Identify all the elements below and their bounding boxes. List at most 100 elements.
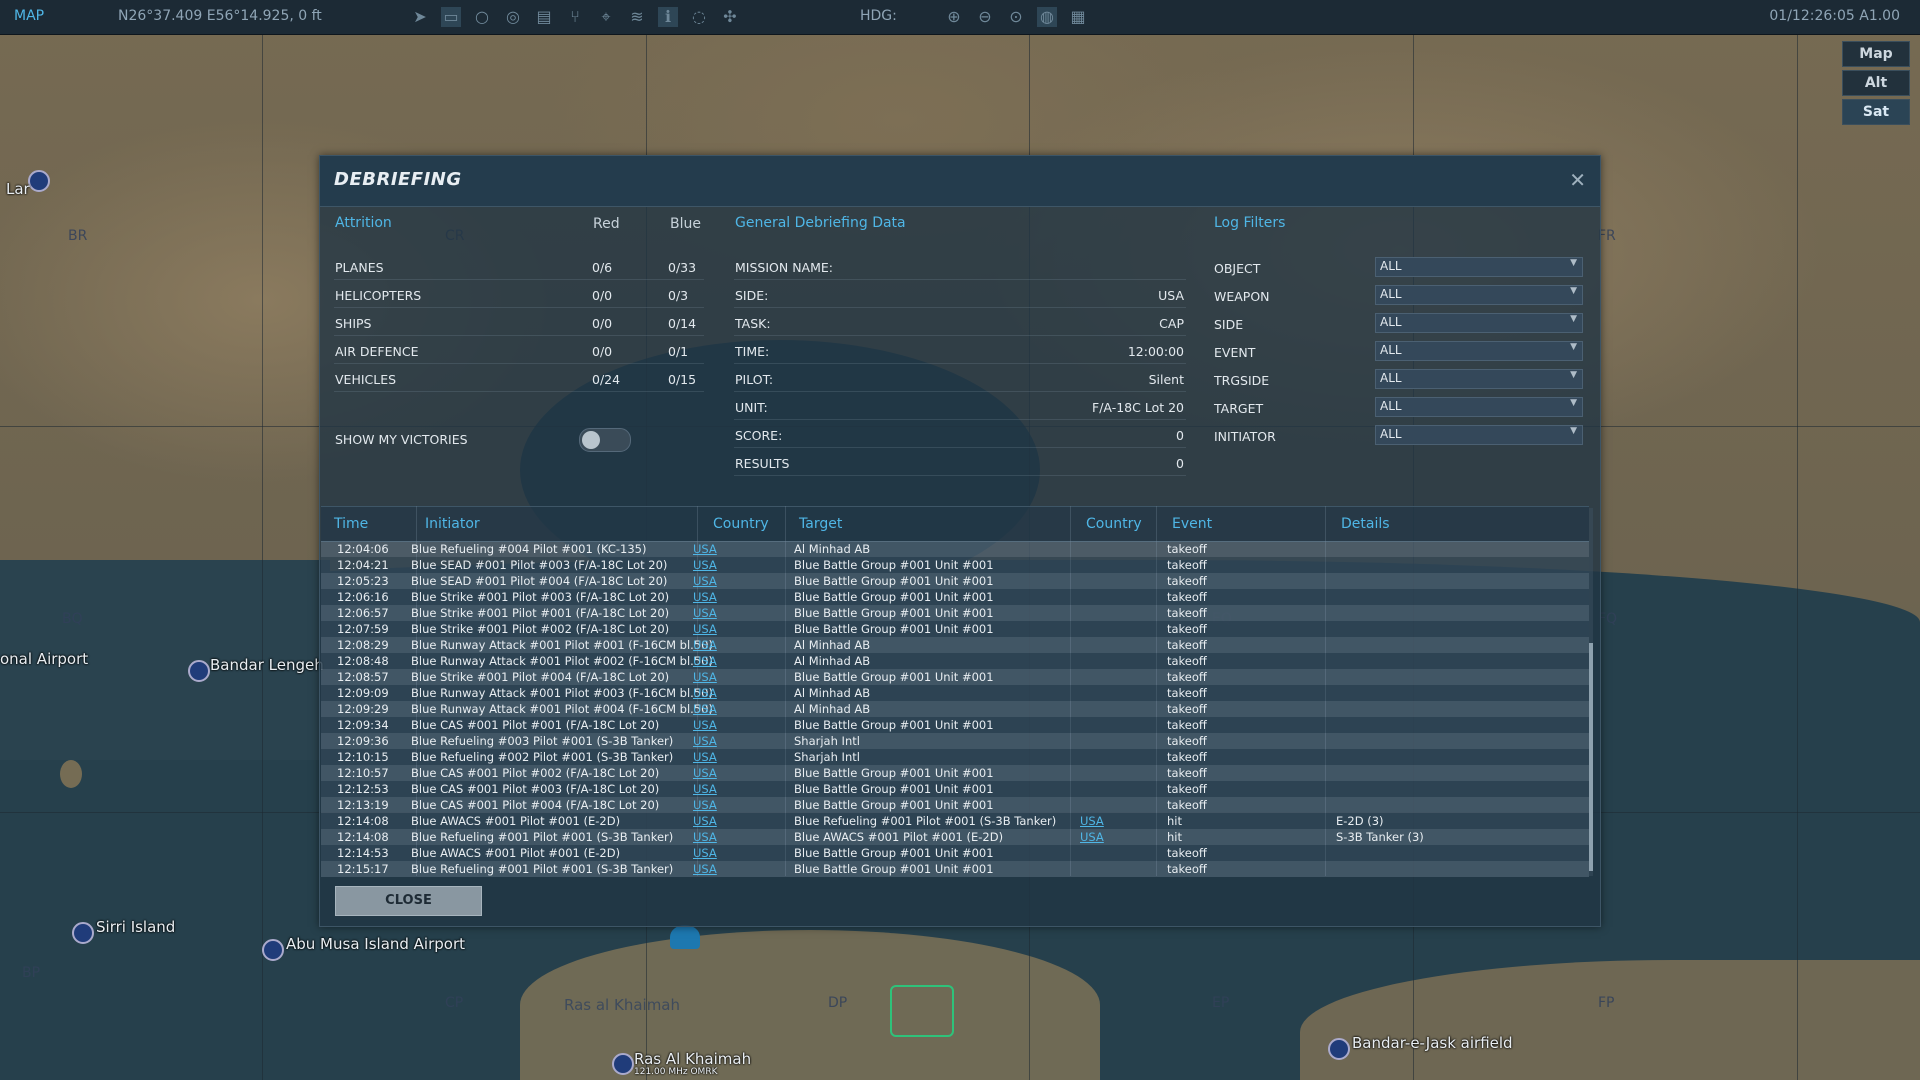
log-initiator-country[interactable]: USA: [693, 638, 717, 652]
map-type-map-button[interactable]: Map: [1842, 41, 1910, 67]
signal-icon[interactable]: ≋: [627, 7, 647, 27]
filter-dropdown[interactable]: ALL ▼: [1375, 369, 1583, 389]
close-icon[interactable]: ✕: [1569, 168, 1586, 192]
dialog-header: DEBRIEFING ✕: [320, 156, 1600, 207]
filter-dropdown[interactable]: ALL ▼: [1375, 257, 1583, 277]
log-initiator-country[interactable]: USA: [693, 750, 717, 764]
close-button[interactable]: CLOSE: [335, 886, 482, 916]
filter-dropdown[interactable]: ALL ▼: [1375, 425, 1583, 445]
log-row[interactable]: 12:06:16 Blue Strike #001 Pilot #003 (F/A…: [321, 589, 1589, 605]
col-initiator[interactable]: Initiator: [425, 516, 480, 532]
col-target[interactable]: Target: [799, 516, 842, 532]
log-scrollbar[interactable]: [1589, 508, 1593, 876]
log-initiator-country[interactable]: USA: [693, 798, 717, 812]
log-row[interactable]: 12:07:59 Blue Strike #001 Pilot #002 (F/A…: [321, 621, 1589, 637]
map-type-sat-button[interactable]: Sat: [1842, 99, 1910, 125]
grid-icon[interactable]: ▦: [1068, 7, 1088, 27]
log-row[interactable]: 12:05:23 Blue SEAD #001 Pilot #004 (F/A-1…: [321, 573, 1589, 589]
airport-icon[interactable]: [72, 922, 94, 944]
unit-group-icon[interactable]: [890, 985, 954, 1037]
log-row[interactable]: 12:04:21 Blue SEAD #001 Pilot #003 (F/A-1…: [321, 557, 1589, 573]
log-target-country[interactable]: USA: [1080, 830, 1104, 844]
log-initiator-country[interactable]: USA: [693, 718, 717, 732]
log-initiator-country[interactable]: USA: [693, 542, 717, 556]
col-event[interactable]: Event: [1172, 516, 1212, 532]
circle-icon[interactable]: ○: [472, 7, 492, 27]
log-row[interactable]: 12:14:53 Blue AWACS #001 Pilot #001 (E-2D…: [321, 845, 1589, 861]
log-time: 12:07:59: [337, 622, 389, 636]
chat-icon[interactable]: ◌: [689, 7, 709, 27]
log-row[interactable]: 12:12:53 Blue CAS #001 Pilot #003 (F/A-18…: [321, 781, 1589, 797]
log-initiator-country[interactable]: USA: [693, 654, 717, 668]
show-victories-toggle[interactable]: [579, 428, 631, 452]
log-row[interactable]: 12:10:15 Blue Refueling #002 Pilot #001 (…: [321, 749, 1589, 765]
log-row[interactable]: 12:09:09 Blue Runway Attack #001 Pilot #0…: [321, 685, 1589, 701]
crosshair-icon[interactable]: ⌖: [596, 7, 616, 27]
log-row[interactable]: 12:14:08 Blue AWACS #001 Pilot #001 (E-2D…: [321, 813, 1589, 829]
log-initiator-country[interactable]: USA: [693, 686, 717, 700]
filter-dropdown[interactable]: ALL ▼: [1375, 285, 1583, 305]
zoom-fit-icon[interactable]: ⊙: [1006, 7, 1026, 27]
log-row[interactable]: 12:04:06 Blue Refueling #004 Pilot #001 (…: [321, 541, 1589, 557]
log-time: 12:09:29: [337, 702, 389, 716]
log-row[interactable]: 12:09:36 Blue Refueling #003 Pilot #001 (…: [321, 733, 1589, 749]
log-initiator-country[interactable]: USA: [693, 606, 717, 620]
log-initiator-country[interactable]: USA: [693, 766, 717, 780]
col-details[interactable]: Details: [1341, 516, 1390, 532]
airport-icon[interactable]: [1328, 1038, 1350, 1060]
map-type-alt-button[interactable]: Alt: [1842, 70, 1910, 96]
col-target-country[interactable]: Country: [1086, 516, 1142, 532]
zoom-in-icon[interactable]: ⊕: [944, 7, 964, 27]
log-initiator-country[interactable]: USA: [693, 574, 717, 588]
branch-icon[interactable]: ⑂: [565, 7, 585, 27]
globe-icon[interactable]: ◍: [1037, 7, 1057, 27]
log-initiator-country[interactable]: USA: [693, 814, 717, 828]
log-row[interactable]: 12:09:29 Blue Runway Attack #001 Pilot #0…: [321, 701, 1589, 717]
col-initiator-country[interactable]: Country: [713, 516, 769, 532]
log-row[interactable]: 12:08:48 Blue Runway Attack #001 Pilot #0…: [321, 653, 1589, 669]
airport-icon[interactable]: [188, 660, 210, 682]
layers-icon[interactable]: ◎: [503, 7, 523, 27]
info-icon[interactable]: ℹ: [658, 7, 678, 27]
general-data-value: Silent: [1148, 372, 1184, 387]
log-initiator-country[interactable]: USA: [693, 734, 717, 748]
tank-icon[interactable]: ▤: [534, 7, 554, 27]
log-initiator-country[interactable]: USA: [693, 846, 717, 860]
log-time: 12:08:29: [337, 638, 389, 652]
log-initiator-country[interactable]: USA: [693, 862, 717, 876]
log-row[interactable]: 12:08:57 Blue Strike #001 Pilot #004 (F/A…: [321, 669, 1589, 685]
log-initiator-country[interactable]: USA: [693, 558, 717, 572]
log-initiator-country[interactable]: USA: [693, 670, 717, 684]
log-row[interactable]: 12:06:57 Blue Strike #001 Pilot #001 (F/A…: [321, 605, 1589, 621]
log-row[interactable]: 12:10:57 Blue CAS #001 Pilot #002 (F/A-18…: [321, 765, 1589, 781]
log-initiator-country[interactable]: USA: [693, 590, 717, 604]
log-row[interactable]: 12:08:29 Blue Runway Attack #001 Pilot #0…: [321, 637, 1589, 653]
filter-dropdown[interactable]: ALL ▼: [1375, 313, 1583, 333]
log-initiator-country[interactable]: USA: [693, 702, 717, 716]
log-table-header: Time Initiator Country Target Country Ev…: [321, 506, 1589, 542]
airport-icon[interactable]: [612, 1053, 634, 1075]
log-initiator-country[interactable]: USA: [693, 622, 717, 636]
log-row[interactable]: 12:13:19 Blue CAS #001 Pilot #004 (F/A-18…: [321, 797, 1589, 813]
map-label-ras-al-khaimah-city: Ras al Khaimah: [564, 996, 681, 1014]
log-table-body[interactable]: 12:04:06 Blue Refueling #004 Pilot #001 (…: [321, 541, 1589, 877]
scroll-thumb[interactable]: [1589, 643, 1593, 871]
log-target: Blue Battle Group #001 Unit #001: [794, 670, 994, 684]
ruler-icon[interactable]: ▭: [441, 7, 461, 27]
log-initiator-country[interactable]: USA: [693, 830, 717, 844]
log-time: 12:06:57: [337, 606, 389, 620]
aircraft-icon[interactable]: ✣: [720, 7, 740, 27]
log-initiator-country[interactable]: USA: [693, 782, 717, 796]
unit-marker-icon[interactable]: [670, 925, 700, 949]
log-target-country[interactable]: USA: [1080, 814, 1104, 828]
log-row[interactable]: 12:09:34 Blue CAS #001 Pilot #001 (F/A-18…: [321, 717, 1589, 733]
airport-icon[interactable]: [28, 170, 50, 192]
navigate-icon[interactable]: ➤: [410, 7, 430, 27]
log-row[interactable]: 12:15:17 Blue Refueling #001 Pilot #001 (…: [321, 861, 1589, 877]
zoom-out-icon[interactable]: ⊖: [975, 7, 995, 27]
filter-dropdown[interactable]: ALL ▼: [1375, 341, 1583, 361]
col-time[interactable]: Time: [334, 516, 368, 532]
log-row[interactable]: 12:14:08 Blue Refueling #001 Pilot #001 (…: [321, 829, 1589, 845]
filter-dropdown[interactable]: ALL ▼: [1375, 397, 1583, 417]
airport-icon[interactable]: [262, 939, 284, 961]
